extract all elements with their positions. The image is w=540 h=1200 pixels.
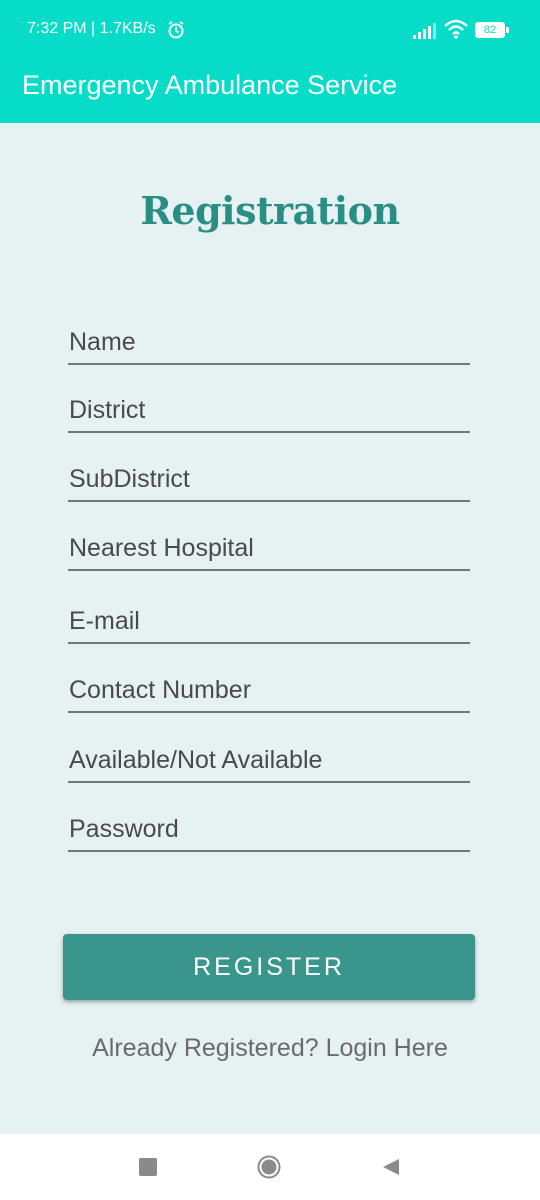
nearest-hospital-field[interactable]: Nearest Hospital [68, 523, 470, 571]
name-field-hint: Name [69, 328, 136, 356]
password-field[interactable]: Password [68, 804, 470, 852]
status-time: 7:32 PM | 1.7KB/s [27, 20, 156, 37]
register-button[interactable]: REGISTER [63, 934, 475, 1000]
wifi-icon [444, 19, 468, 39]
login-link[interactable]: Already Registered? Login Here [0, 1034, 540, 1063]
district-field-hint: District [69, 396, 146, 424]
nav-home-icon[interactable] [257, 1155, 281, 1179]
page-title: Registration [140, 188, 400, 233]
availability-field-hint: Available/Not Available [69, 746, 323, 774]
app-title: Emergency Ambulance Service [22, 70, 398, 100]
app-bar: 7:32 PM | 1.7KB/s 82 Emergency Ambulance… [0, 0, 540, 123]
battery-level: 82 [483, 24, 497, 36]
email-field-hint: E-mail [69, 607, 140, 635]
subdistrict-field-hint: SubDistrict [69, 465, 190, 493]
password-field-hint: Password [69, 815, 179, 843]
system-nav-bar [0, 1134, 540, 1200]
name-field[interactable]: Name [68, 317, 470, 365]
alarm-icon [168, 21, 184, 39]
subdistrict-field[interactable]: SubDistrict [68, 454, 470, 502]
register-button-label: REGISTER [193, 952, 345, 981]
contact-number-field-hint: Contact Number [69, 676, 252, 704]
nearest-hospital-field-hint: Nearest Hospital [69, 534, 254, 562]
nav-back-icon[interactable] [381, 1157, 401, 1177]
nav-recents-icon[interactable] [139, 1158, 157, 1176]
contact-number-field[interactable]: Contact Number [68, 665, 470, 713]
district-field[interactable]: District [68, 385, 470, 433]
availability-field[interactable]: Available/Not Available [68, 735, 470, 783]
email-field[interactable]: E-mail [68, 596, 470, 644]
signal-icon [413, 23, 436, 39]
